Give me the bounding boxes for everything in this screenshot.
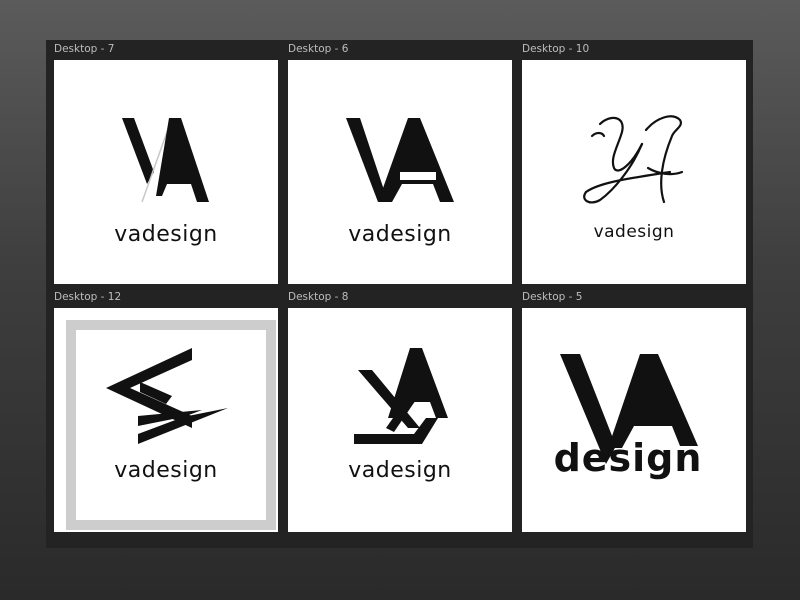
va-rotated-monogram-logo: [106, 348, 228, 444]
va-monogram-logo: [122, 117, 209, 203]
artboard-label[interactable]: Desktop - 8: [288, 288, 348, 308]
artboard-label[interactable]: Desktop - 12: [54, 288, 121, 308]
artboard-canvas[interactable]: vadesign: [54, 308, 278, 532]
va-large-monogram-logo: [560, 354, 698, 464]
wordmark: vadesign: [348, 222, 452, 247]
va-overlap-monogram-logo: [354, 348, 448, 444]
artboard-canvas[interactable]: vadesign: [288, 308, 512, 532]
artboard-canvas[interactable]: design: [522, 308, 746, 532]
artboard-canvas[interactable]: vadesign: [522, 60, 746, 284]
artboard-label[interactable]: Desktop - 10: [522, 40, 589, 60]
artboard-label[interactable]: Desktop - 6: [288, 40, 348, 60]
wordmark: vadesign: [348, 458, 452, 483]
va-monogram-logo: [346, 118, 454, 202]
wordmark: vadesign: [114, 222, 218, 247]
wordmark: vadesign: [593, 222, 675, 242]
va-script-monogram-logo: [583, 115, 684, 204]
artboard-label[interactable]: Desktop - 5: [522, 288, 582, 308]
artboard-canvas[interactable]: vadesign: [288, 60, 512, 284]
artboard-canvas[interactable]: vadesign: [54, 60, 278, 284]
artboard-label[interactable]: Desktop - 7: [54, 40, 114, 60]
wordmark: vadesign: [114, 458, 218, 483]
wordmark: design: [553, 436, 703, 480]
design-canvas[interactable]: Desktop - 7 vadesign Desktop - 6 vadesig…: [46, 40, 753, 548]
